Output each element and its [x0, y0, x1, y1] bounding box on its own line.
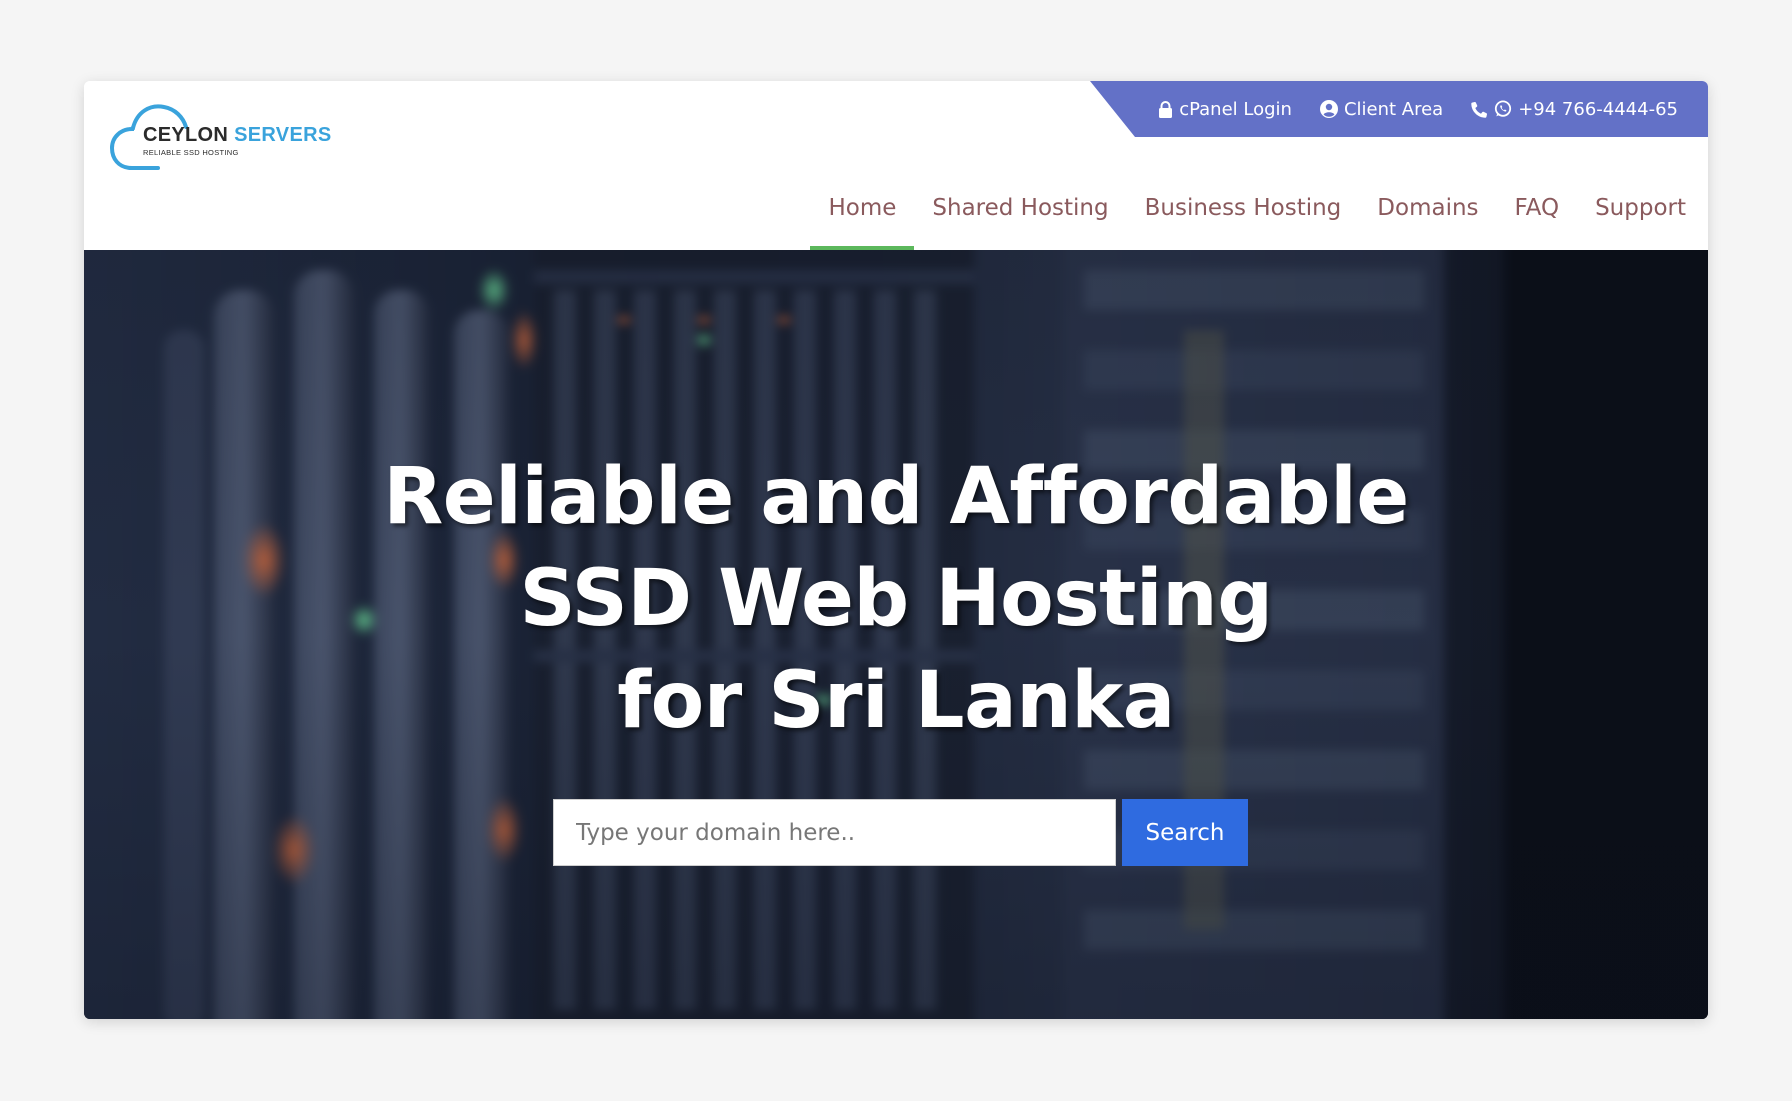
cpanel-login-link[interactable]: cPanel Login	[1158, 99, 1292, 120]
nav-item-shared-hosting[interactable]: Shared Hosting	[914, 194, 1126, 250]
client-area-label: Client Area	[1343, 98, 1444, 120]
hero-headline-line3: for Sri Lanka	[617, 656, 1175, 746]
hero-headline-line1: Reliable and Affordable	[383, 452, 1409, 542]
domain-search-input[interactable]	[553, 799, 1116, 866]
nav-item-business-hosting[interactable]: Business Hosting	[1127, 194, 1360, 250]
hero-headline: Reliable and Affordable SSD Web Hosting …	[84, 446, 1708, 752]
main-navigation: Home Shared Hosting Business Hosting Dom…	[810, 194, 1686, 250]
hero-section: Reliable and Affordable SSD Web Hosting …	[84, 250, 1708, 1019]
user-circle-icon	[1319, 100, 1338, 118]
browser-page: CEYLON SERVERS RELIABLE SSD HOSTING cPane…	[84, 81, 1708, 1019]
logo-wordmark: CEYLON SERVERS	[143, 124, 331, 147]
site-logo[interactable]: CEYLON SERVERS RELIABLE SSD HOSTING	[110, 98, 340, 170]
nav-item-home[interactable]: Home	[810, 194, 915, 250]
top-utility-bar: cPanel Login Client Area +94 766-4444-65	[1090, 81, 1708, 137]
cpanel-login-label: cPanel Login	[1179, 98, 1292, 120]
nav-item-support[interactable]: Support	[1577, 194, 1686, 250]
phone-number: +94 766-4444-65	[1518, 98, 1678, 120]
whatsapp-icon	[1494, 100, 1512, 118]
logo-tagline: RELIABLE SSD HOSTING	[143, 148, 239, 157]
lock-icon	[1158, 100, 1173, 118]
hero-headline-line2: SSD Web Hosting	[519, 554, 1273, 644]
phone-link[interactable]: +94 766-4444-65	[1471, 99, 1678, 120]
search-button[interactable]: Search	[1122, 799, 1248, 866]
phone-icon	[1471, 101, 1488, 118]
nav-item-faq[interactable]: FAQ	[1497, 194, 1578, 250]
logo-word-ceylon: CEYLON	[143, 124, 229, 146]
nav-item-domains[interactable]: Domains	[1359, 194, 1496, 250]
logo-word-servers: SERVERS	[234, 124, 332, 146]
domain-search-form: Search	[553, 799, 1248, 866]
client-area-link[interactable]: Client Area	[1319, 98, 1444, 120]
site-header: CEYLON SERVERS RELIABLE SSD HOSTING cPane…	[84, 81, 1708, 250]
